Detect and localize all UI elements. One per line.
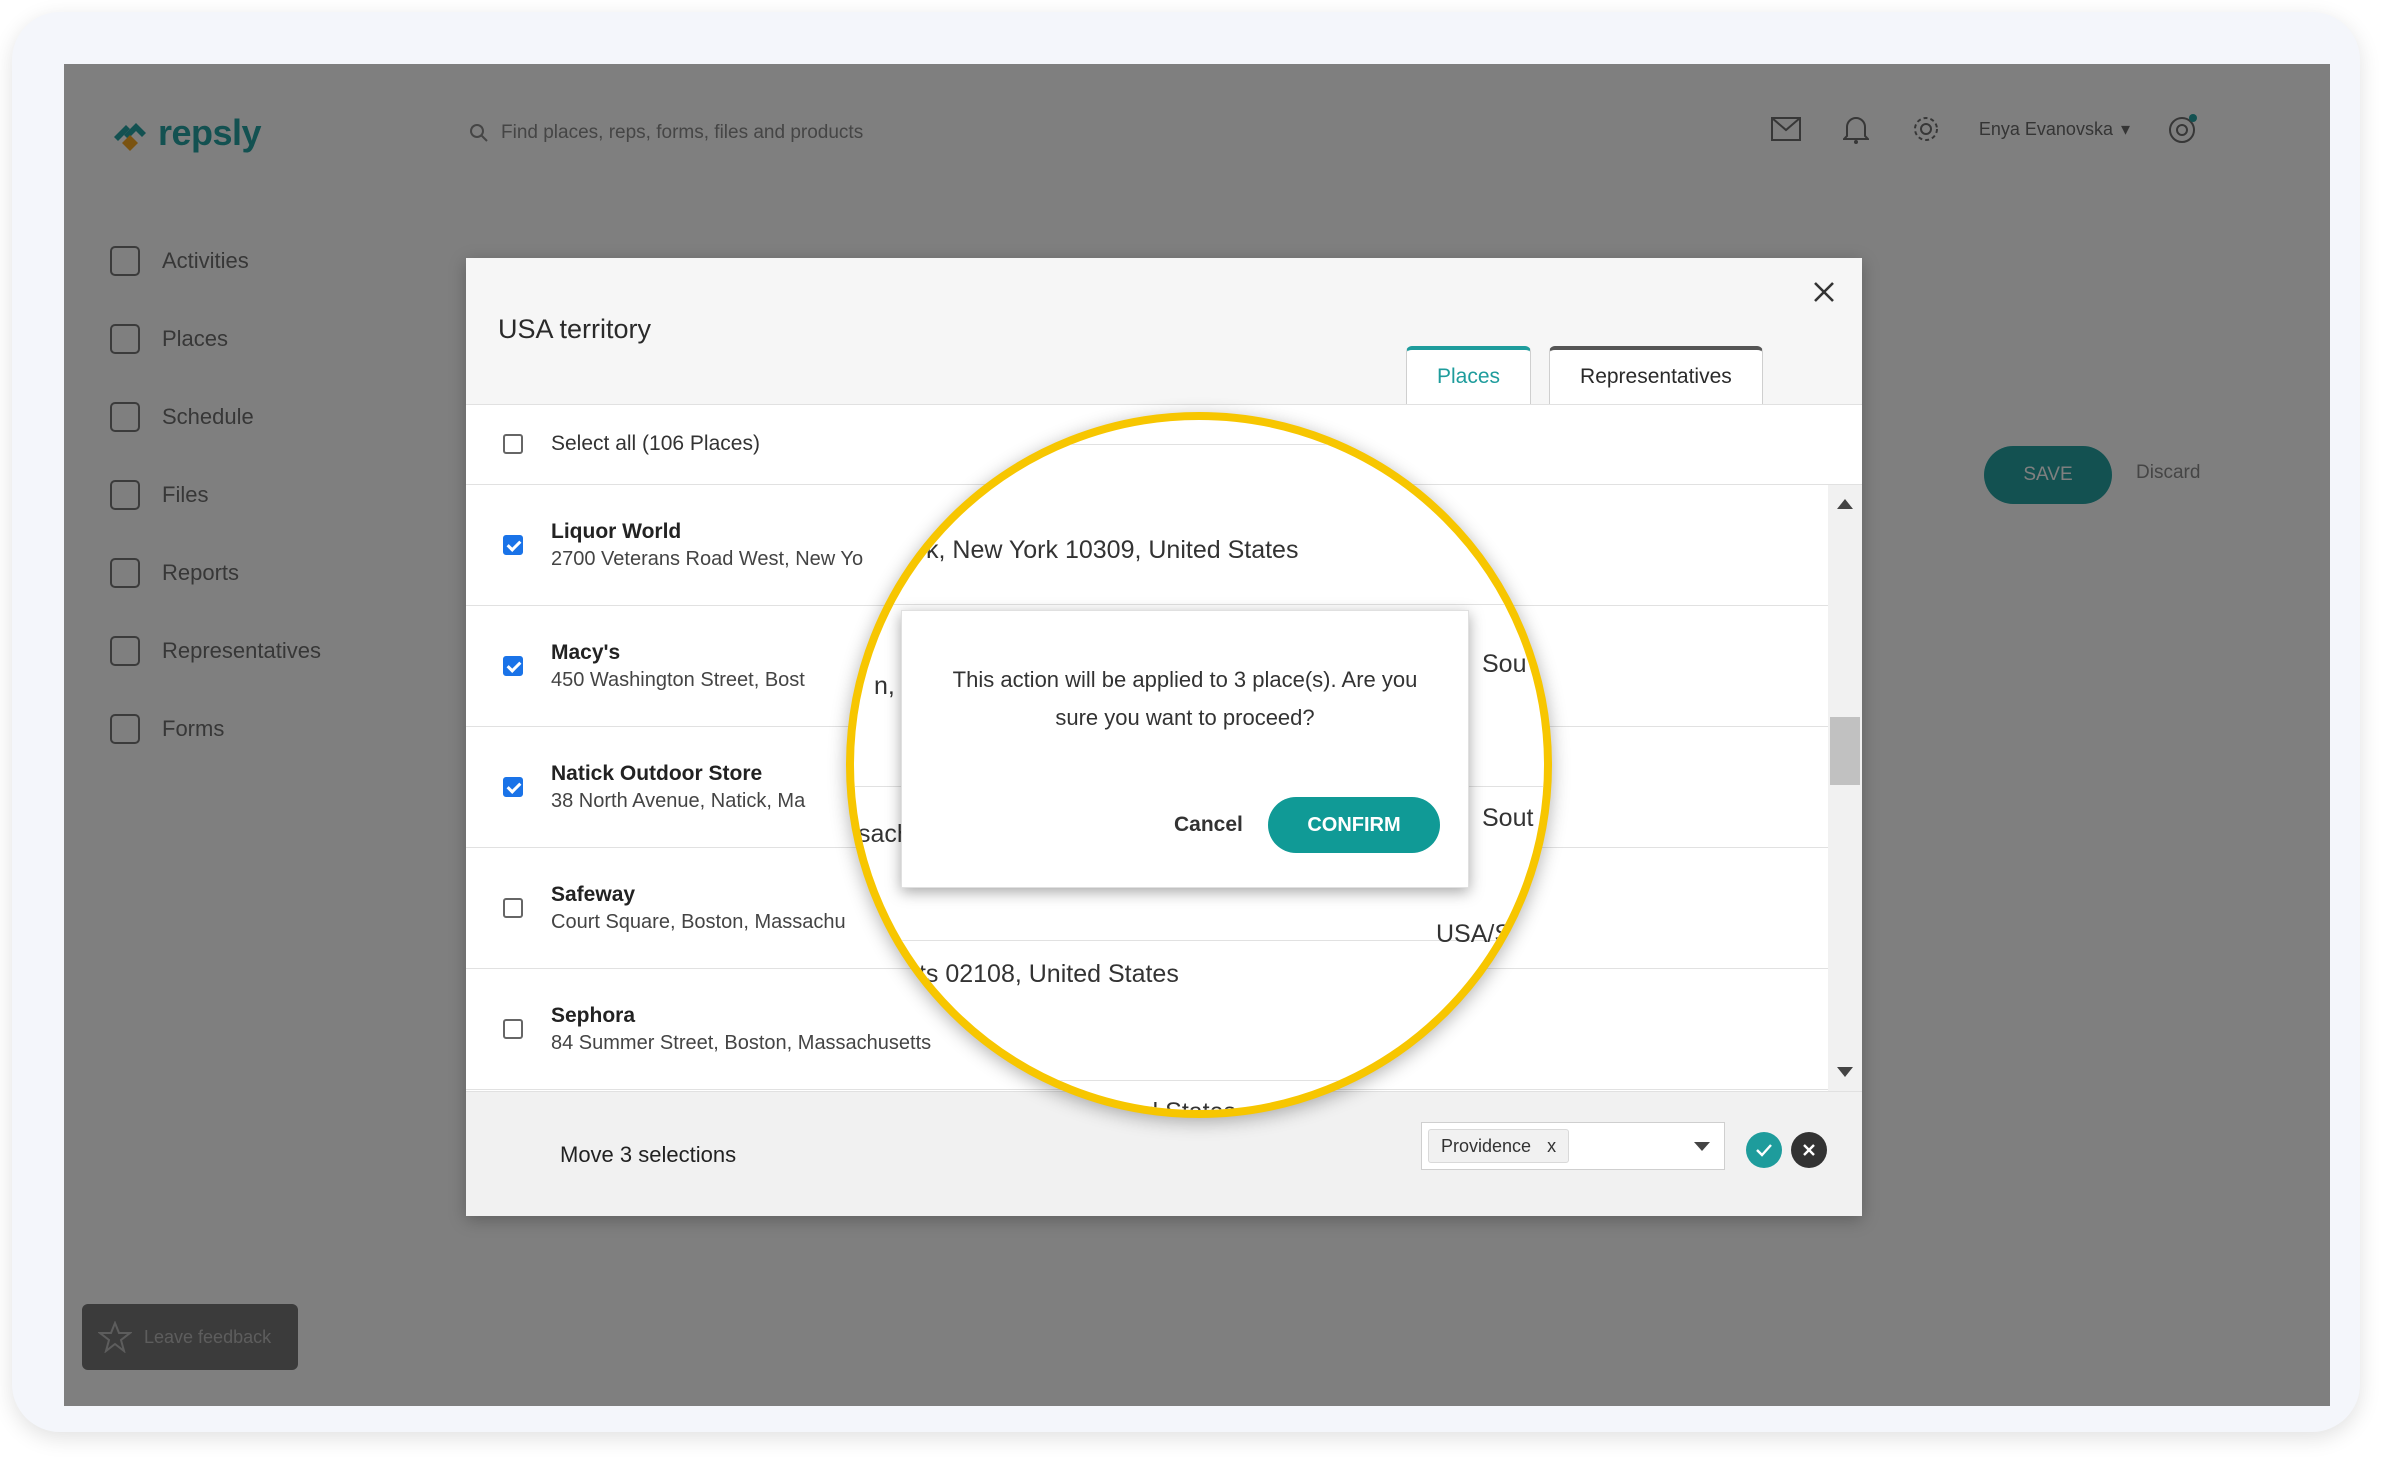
territory-chip-label: Providence <box>1441 1135 1532 1156</box>
close-button[interactable] <box>1802 270 1846 314</box>
app-screen: repsly Find places, reps, forms, files a… <box>64 64 2330 1406</box>
row-text: Safeway Court Square, Boston, Massachu <box>551 883 846 934</box>
place-name: Liquor World <box>551 519 682 543</box>
scroll-down-arrow-icon[interactable] <box>1837 1067 1853 1077</box>
close-icon <box>1814 282 1834 302</box>
cancel-button[interactable]: Cancel <box>1174 813 1243 837</box>
row-checkbox[interactable] <box>503 535 523 555</box>
select-all-label: Select all (106 Places) <box>551 432 760 455</box>
modal-header: USA territory Places Representatives <box>466 258 1862 405</box>
divider <box>854 604 1544 605</box>
modal-tabs: Places Representatives <box>1406 346 1763 404</box>
row-checkbox[interactable] <box>503 898 523 918</box>
chip-remove-button[interactable]: x <box>1547 1136 1556 1157</box>
row-text: Sephora 84 Summer Street, Boston, Massac… <box>551 1004 931 1055</box>
select-all-checkbox[interactable] <box>503 434 523 454</box>
divider <box>854 444 1544 445</box>
check-icon <box>1756 1144 1772 1157</box>
apply-move-button[interactable] <box>1746 1132 1782 1168</box>
row-text: Macy's 450 Washington Street, Bost <box>551 641 805 692</box>
row-checkbox[interactable] <box>503 1019 523 1039</box>
row-checkbox[interactable] <box>503 777 523 797</box>
row-text: Liquor World 2700 Veterans Road West, Ne… <box>551 520 863 571</box>
place-name: Macy's <box>551 640 621 664</box>
place-address: 84 Summer Street, Boston, Massachusetts <box>551 1031 932 1054</box>
place-address: 450 Washington Street, Bost <box>551 668 805 691</box>
place-address: Court Square, Boston, Massachu <box>551 910 846 933</box>
chevron-down-icon[interactable] <box>1694 1142 1710 1151</box>
territory-select[interactable]: Providence x <box>1421 1122 1725 1170</box>
magnified-text: USA/S <box>1436 920 1512 948</box>
screenshot-frame: repsly Find places, reps, forms, files a… <box>12 12 2360 1432</box>
confirm-button[interactable]: CONFIRM <box>1268 797 1440 853</box>
dialog-message: This action will be applied to 3 place(s… <box>952 667 1418 730</box>
magnified-text: Sout <box>1482 804 1534 832</box>
place-name: Safeway <box>551 882 636 906</box>
cancel-move-button[interactable] <box>1791 1132 1827 1168</box>
place-name: Sephora <box>551 1003 636 1027</box>
list-scrollbar[interactable] <box>1828 485 1862 1091</box>
confirm-dialog: This action will be applied to 3 place(s… <box>901 610 1469 888</box>
close-icon <box>1803 1144 1815 1156</box>
row-checkbox[interactable] <box>503 656 523 676</box>
scroll-up-arrow-icon[interactable] <box>1837 499 1853 509</box>
move-selections-label: Move 3 selections <box>560 1142 737 1167</box>
row-text: Natick Outdoor Store 38 North Avenue, Na… <box>551 762 805 813</box>
magnified-text: n <box>1452 1060 1466 1088</box>
territory-chip: Providence x <box>1428 1129 1570 1163</box>
magnified-text: tts 02108, United States <box>912 960 1179 988</box>
magnified-text: k, New York 10309, United States <box>926 536 1299 564</box>
place-address: 2700 Veterans Road West, New Yo <box>551 547 864 570</box>
tab-places[interactable]: Places <box>1406 346 1532 404</box>
place-name: Natick Outdoor Store <box>551 761 763 785</box>
tab-representatives[interactable]: Representatives <box>1549 346 1763 404</box>
magnified-text: U <box>1442 500 1461 528</box>
scrollbar-thumb[interactable] <box>1830 717 1860 785</box>
magnified-text: Sou <box>1482 650 1527 678</box>
modal-title: USA territory <box>498 314 652 344</box>
place-address: 38 North Avenue, Natick, Ma <box>551 789 806 812</box>
divider <box>854 1080 1544 1081</box>
